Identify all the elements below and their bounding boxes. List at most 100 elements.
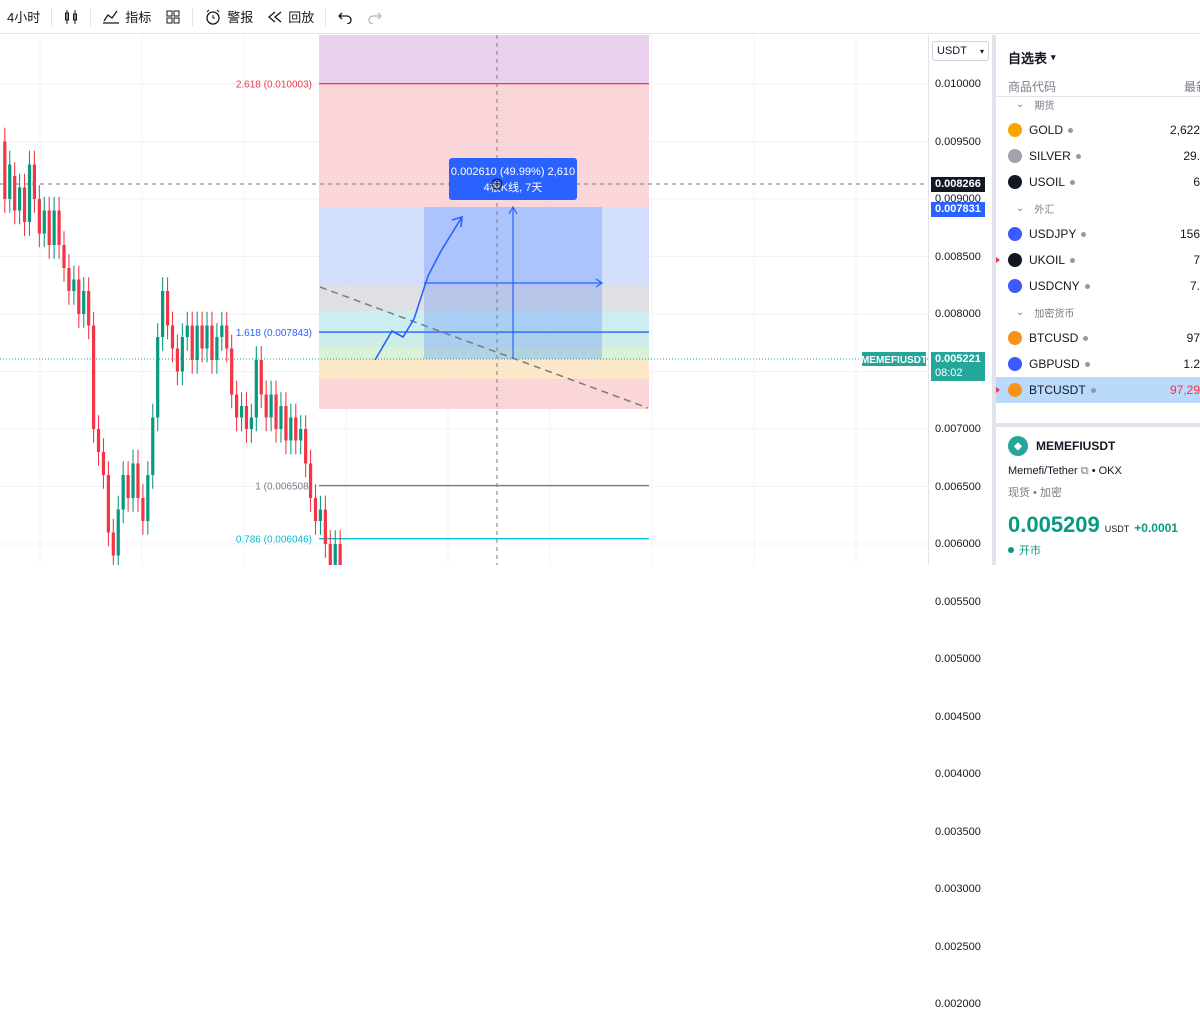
status-dot-icon	[1090, 388, 1096, 394]
row-symbol: GBPUSD	[1029, 357, 1080, 371]
undo-button[interactable]	[330, 0, 360, 34]
symbol-logo-icon	[1008, 383, 1022, 397]
measure-line1: 0.002610 (49.99%) 2,610	[451, 166, 575, 178]
interval-button[interactable]: 4小时	[0, 0, 47, 34]
row-symbol: BTCUSD	[1029, 331, 1079, 345]
candle-body	[67, 268, 71, 291]
redo-button[interactable]	[360, 0, 390, 34]
status-dot-icon	[1083, 336, 1089, 342]
candle-body	[254, 360, 258, 418]
rewind-icon	[267, 10, 283, 24]
candle-body	[294, 417, 298, 441]
candle-body	[131, 463, 135, 498]
row-symbol-cell: BTCUSD	[1029, 331, 1200, 345]
axis-currency-label: USDT	[937, 45, 967, 57]
redo-icon	[367, 10, 383, 24]
watchlist-row[interactable]: USDJPY 156	[996, 221, 1200, 247]
chart-type-button[interactable]	[56, 0, 86, 34]
candle-body	[82, 291, 86, 314]
row-last: 97	[1186, 331, 1200, 345]
candle-body	[32, 164, 37, 199]
details-pair[interactable]: Memefi/Tether	[1008, 465, 1078, 477]
candle-body	[269, 394, 273, 418]
watchlist-row[interactable]: BTCUSD 97	[996, 325, 1200, 351]
fib-level-label: 2.618 (0.010003)	[236, 80, 312, 91]
row-symbol: USOIL	[1029, 175, 1066, 189]
watchlist-row[interactable]: SILVER 29.	[996, 143, 1200, 169]
candle-body	[180, 337, 184, 372]
candle-body	[111, 532, 115, 556]
row-symbol: UKOIL	[1029, 253, 1066, 267]
row-last: 6	[1193, 175, 1200, 189]
watchlist-row[interactable]: USDCNY 7.	[996, 273, 1200, 299]
flag-icon[interactable]	[996, 384, 1000, 396]
details-title[interactable]: ◆ MEMEFIUSDT	[1008, 435, 1192, 457]
alert-button[interactable]: 警报	[197, 0, 260, 34]
watchlist-row[interactable]: GOLD 2,622	[996, 117, 1200, 143]
flag-icon[interactable]	[996, 254, 1000, 266]
candle-body	[249, 417, 254, 429]
candle-body	[333, 544, 337, 565]
watchlist-row[interactable]: GBPUSD 1.2	[996, 351, 1200, 377]
symbol-logo-icon	[1008, 123, 1022, 137]
axis-currency-select[interactable]: USDT ▾	[932, 41, 989, 61]
row-last: 2,622	[1169, 123, 1200, 137]
row-last: 7.	[1189, 279, 1200, 293]
watchlist-row[interactable]: BTCUSDT 97,29	[996, 377, 1200, 403]
candle-body	[47, 210, 51, 245]
replay-button[interactable]: 回放	[260, 0, 321, 34]
watchlist-section[interactable]: ⌄ 外汇	[996, 195, 1200, 221]
axis-tick-label: 0.005000	[935, 653, 981, 665]
symbol-logo-icon	[1008, 149, 1022, 163]
watchlist-section[interactable]: ⌄ 加密货币	[996, 299, 1200, 325]
fib-zone-0382	[319, 360, 649, 379]
watchlist-header[interactable]: 自选表 ▾	[996, 35, 1200, 79]
row-symbol-cell: USDCNY	[1029, 279, 1200, 293]
candle-body	[156, 337, 160, 418]
candle-body	[116, 509, 120, 556]
external-link-icon[interactable]: ⧉	[1081, 465, 1089, 477]
symbol-logo-icon	[1008, 331, 1022, 345]
candle-body	[289, 417, 293, 441]
candle-body	[259, 360, 263, 395]
section-label: 外汇	[1034, 204, 1055, 216]
candle-body	[126, 475, 130, 498]
candle-body	[323, 509, 327, 544]
bar-countdown: 08:02	[931, 366, 985, 381]
symbol-details: ◆ MEMEFIUSDT Memefi/Tether ⧉ • OKX 现货 • …	[996, 423, 1200, 565]
candle-body	[165, 291, 170, 326]
candle-body	[205, 325, 209, 349]
candle-body	[3, 141, 7, 199]
col-symbol-label: 商品代码	[1008, 80, 1057, 94]
indicators-button[interactable]: 指标	[95, 0, 158, 34]
candle-body	[161, 291, 165, 337]
watchlist-row[interactable]: UKOIL 7	[996, 247, 1200, 273]
axis-tick-label: 0.003500	[935, 825, 981, 838]
toolbar-divider	[325, 7, 327, 26]
candle-body	[62, 245, 66, 268]
toolbar-divider	[90, 7, 92, 26]
chevron-down-icon: ⌄	[1016, 98, 1025, 110]
chart-canvas[interactable]: 2.618 (0.010003) 1.618 (0.007843) 1 (0.006…	[0, 35, 928, 565]
crosshair-price-tag: 0.008266	[931, 177, 985, 192]
candle-body	[210, 325, 214, 360]
candle-body	[87, 291, 91, 326]
watchlist-body: ⌄ 期货 GOLD 2,622 SILVER 29. USOIL 6 ⌄ 外汇 USDJPY 156 U…	[996, 91, 1200, 403]
row-last: 156	[1179, 227, 1200, 241]
row-symbol-cell: USOIL	[1029, 175, 1200, 189]
price-axis[interactable]: USDT ▾ 0.010000 0.009500 0.009000 0.008500 0…	[928, 35, 992, 1010]
candle-body	[304, 429, 308, 464]
axis-tick-label: 0.008500	[935, 250, 981, 263]
candle-body	[234, 394, 239, 418]
candle-body	[77, 279, 81, 314]
candle-body	[284, 406, 288, 441]
row-symbol-cell: USDJPY	[1029, 227, 1200, 241]
col-last-label: 最新	[1183, 80, 1200, 94]
layouts-button[interactable]	[158, 0, 188, 34]
status-dot-icon	[1075, 154, 1081, 160]
measure-tooltip: 0.002610 (49.99%) 2,610 4根K线, 7天	[449, 158, 577, 200]
row-last: 7	[1193, 253, 1200, 267]
watchlist-row[interactable]: USOIL 6	[996, 169, 1200, 195]
chart-pane[interactable]: 2.618 (0.010003) 1.618 (0.007843) 1 (0.006…	[0, 35, 928, 565]
candle-body	[215, 337, 219, 360]
